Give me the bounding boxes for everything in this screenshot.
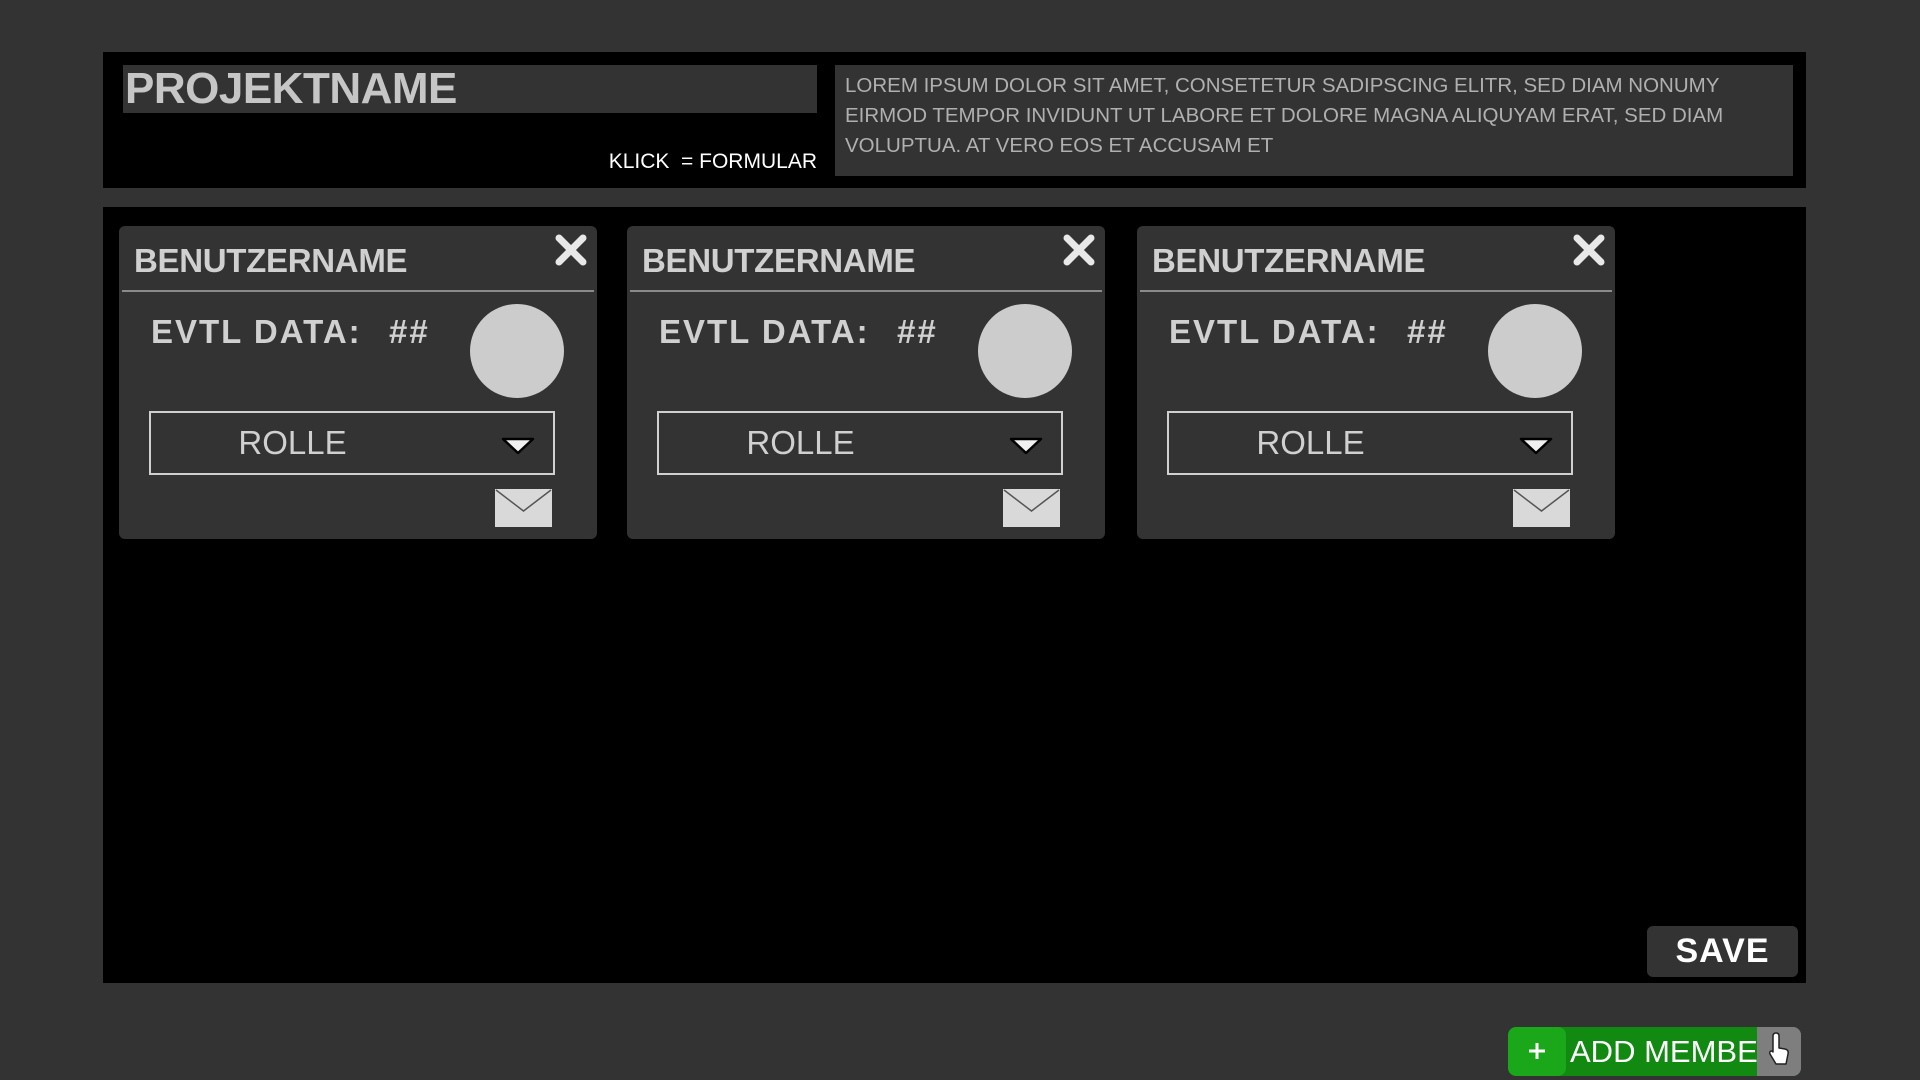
data-label: EVTL DATA:	[1169, 313, 1380, 350]
add-member-label: ADD MEMBER	[1570, 1034, 1781, 1069]
page: PROJEKTNAME KLICK = FORMULAR LOREM IPSUM…	[0, 0, 1920, 1080]
data-value: ##	[389, 313, 430, 350]
role-selected-value: ROLLE	[1256, 424, 1365, 461]
role-dropdown[interactable]: ROLLE	[149, 411, 555, 475]
role-dropdown[interactable]: ROLLE	[1167, 411, 1573, 475]
mail-icon[interactable]	[1513, 489, 1570, 527]
data-value: ##	[1407, 313, 1448, 350]
project-name-field[interactable]: PROJEKTNAME	[123, 65, 817, 113]
klick-hint: KLICK = FORMULAR	[608, 150, 817, 173]
members-panel: BENUTZERNAME EVTL DATA: ## ROLLE BENUTZE…	[103, 207, 1806, 983]
plus-icon	[1508, 1027, 1566, 1076]
card-divider	[630, 290, 1102, 292]
chevron-down-icon	[501, 437, 535, 455]
data-label: EVTL DATA:	[659, 313, 870, 350]
mail-icon[interactable]	[495, 489, 552, 527]
member-username: BENUTZERNAME	[134, 242, 408, 279]
member-card: BENUTZERNAME EVTL DATA: ## ROLLE	[627, 226, 1105, 539]
close-icon[interactable]	[1059, 230, 1099, 270]
mail-icon[interactable]	[1003, 489, 1060, 527]
project-header: PROJEKTNAME KLICK = FORMULAR LOREM IPSUM…	[103, 52, 1806, 188]
member-username: BENUTZERNAME	[642, 242, 916, 279]
card-divider	[122, 290, 594, 292]
pointer-cursor-icon	[1757, 1027, 1801, 1076]
data-label: EVTL DATA:	[151, 313, 362, 350]
role-dropdown[interactable]: ROLLE	[657, 411, 1063, 475]
avatar	[1488, 304, 1582, 398]
chevron-down-icon	[1519, 437, 1553, 455]
data-value: ##	[897, 313, 938, 350]
chevron-down-icon	[1009, 437, 1043, 455]
add-member-button[interactable]: ADD MEMBER	[1508, 1027, 1801, 1076]
role-selected-value: ROLLE	[746, 424, 855, 461]
save-button[interactable]: SAVE	[1647, 926, 1798, 977]
avatar	[978, 304, 1072, 398]
avatar	[470, 304, 564, 398]
member-username: BENUTZERNAME	[1152, 242, 1426, 279]
role-selected-value: ROLLE	[238, 424, 347, 461]
close-icon[interactable]	[1569, 230, 1609, 270]
member-card: BENUTZERNAME EVTL DATA: ## ROLLE	[119, 226, 597, 539]
close-icon[interactable]	[551, 230, 591, 270]
member-card: BENUTZERNAME EVTL DATA: ## ROLLE	[1137, 226, 1615, 539]
card-divider	[1140, 290, 1612, 292]
project-description[interactable]: LOREM IPSUM DOLOR SIT AMET, CONSETETUR S…	[835, 65, 1793, 176]
